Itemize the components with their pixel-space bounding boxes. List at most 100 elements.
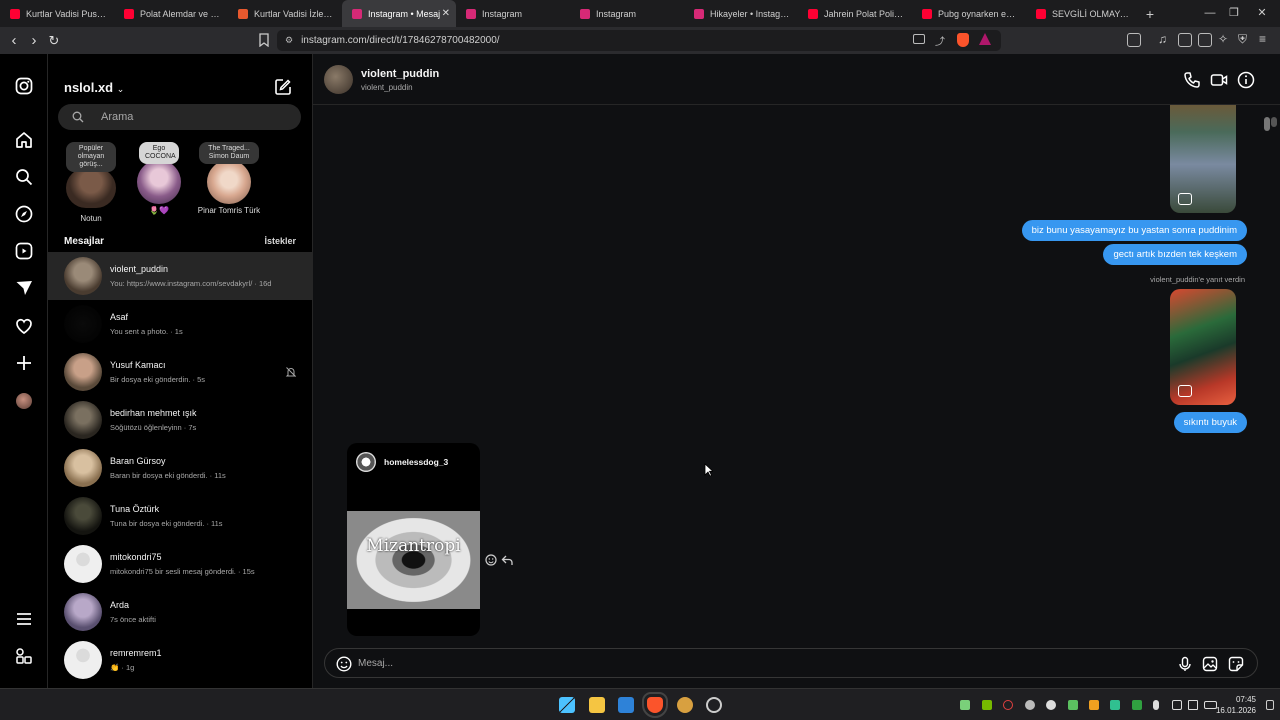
start-icon[interactable]: [559, 697, 575, 713]
image-upload-icon[interactable]: [1202, 656, 1218, 672]
browser-tab[interactable]: Polat Alemdar ve Elif Sa: [114, 0, 228, 27]
notification-center-icon[interactable]: [1266, 700, 1274, 710]
tray-icon[interactable]: [1003, 700, 1013, 710]
browser-tab[interactable]: Kurtlar Vadisi Pusu | 10: [0, 0, 114, 27]
clock[interactable]: 07:45 16.01.2026: [1216, 694, 1256, 716]
wallet-icon[interactable]: [1198, 33, 1212, 47]
tray-icon[interactable]: [1089, 700, 1099, 710]
reels-icon[interactable]: [14, 241, 34, 261]
back-icon[interactable]: ‹: [4, 32, 24, 49]
video-call-icon[interactable]: [1210, 71, 1228, 89]
conversation-item[interactable]: mitokondri75 mitokondri75 bir sesli mesaj…: [48, 540, 313, 588]
browser-tab[interactable]: Instagram: [570, 0, 684, 27]
tray-icon[interactable]: [960, 700, 970, 710]
conversation-item[interactable]: bedirhan mehmet ışık Söğütözü öğlenleyinn…: [48, 396, 313, 444]
conversation-item[interactable]: Baran Gürsoy Baran bir dosya eki gönderdi…: [48, 444, 313, 492]
note-item[interactable]: Ego COCONA 🌷💜: [124, 142, 194, 215]
home-icon[interactable]: [14, 130, 34, 150]
browser-tab[interactable]: Instagram • Mesaj ✕: [342, 0, 456, 27]
requests-link[interactable]: İstekler: [264, 236, 296, 246]
new-tab-button[interactable]: +: [1140, 6, 1160, 22]
reply-icon[interactable]: [501, 554, 513, 566]
instagram-logo-icon[interactable]: [14, 76, 34, 96]
page-scrollbar[interactable]: [1271, 109, 1277, 687]
message-bubble[interactable]: sıkıntı buyuk: [1173, 412, 1247, 433]
meta-apps-icon[interactable]: [14, 646, 34, 666]
chat-title[interactable]: violent_puddin: [361, 68, 439, 80]
conversation-item[interactable]: violent_puddin You: https://www.instagram…: [48, 252, 313, 300]
leo-ai-icon[interactable]: ✧: [1218, 32, 1228, 46]
emoji-icon[interactable]: [336, 656, 352, 672]
messages-icon[interactable]: [14, 278, 34, 298]
profile-avatar[interactable]: [14, 391, 34, 411]
shared-post[interactable]: homelessdog_3 Mizantropi: [347, 443, 480, 636]
vpn-icon[interactable]: ⛨: [1238, 32, 1247, 47]
browser-tab[interactable]: Kurtlar Vadisi İzleme Si: [228, 0, 342, 27]
sidebar-toggle-icon[interactable]: [1127, 33, 1141, 47]
sticker-icon[interactable]: [1228, 656, 1244, 672]
chat-scrollbar[interactable]: [1264, 105, 1270, 635]
account-switcher[interactable]: nslol.xd ⌄: [64, 80, 124, 95]
brave-shield-icon[interactable]: [957, 33, 969, 47]
volume-icon[interactable]: [1188, 700, 1198, 710]
restore-icon[interactable]: ❐: [1222, 0, 1246, 27]
site-info-icon[interactable]: ⚙: [285, 35, 293, 46]
explore-icon[interactable]: [14, 204, 34, 224]
cast-icon[interactable]: [913, 34, 925, 44]
address-bar[interactable]: ⚙ instagram.com/direct/t/178462787004820…: [277, 30, 1001, 51]
conversation-item[interactable]: Yusuf Kamacı Bir dosya eki gönderdin. · 5…: [48, 348, 313, 396]
tray-icon[interactable]: [1068, 700, 1078, 710]
react-emoji-icon[interactable]: [485, 554, 497, 566]
bookmark-icon[interactable]: [258, 33, 270, 47]
tray-icon[interactable]: [1025, 700, 1035, 710]
create-icon[interactable]: [14, 353, 34, 373]
browser-tab[interactable]: Instagram: [456, 0, 570, 27]
close-window-icon[interactable]: ✕: [1250, 0, 1274, 27]
browser-tab[interactable]: Jahrein Polat Polislerde: [798, 0, 912, 27]
menu-icon[interactable]: ≡: [1259, 32, 1266, 46]
notifications-icon[interactable]: [14, 316, 34, 336]
new-message-icon[interactable]: [274, 78, 292, 96]
search-input[interactable]: Arama: [58, 104, 301, 130]
app-icon[interactable]: [677, 697, 693, 713]
reload-icon[interactable]: ↻: [44, 33, 64, 49]
info-icon[interactable]: [1237, 71, 1255, 89]
forward-icon[interactable]: ›: [24, 32, 44, 49]
browser-tab[interactable]: Hikayeler • Instagram: [684, 0, 798, 27]
conversation-item[interactable]: Arda 7s önce aktifti: [48, 588, 313, 636]
tray-icon[interactable]: [1132, 700, 1142, 710]
share-icon[interactable]: ⤴: [935, 33, 947, 48]
brave-rewards-icon[interactable]: [979, 33, 991, 45]
brave-browser-icon[interactable]: [642, 692, 668, 718]
conversation-item[interactable]: Tuna Öztürk Tuna bir dosya eki gönderdi. …: [48, 492, 313, 540]
url-text[interactable]: instagram.com/direct/t/17846278700482000…: [301, 35, 499, 46]
note-item[interactable]: The Traged... Simon Daum Pinar Tomris Tü…: [194, 142, 264, 215]
reader-icon[interactable]: [1178, 33, 1192, 47]
store-icon[interactable]: [618, 697, 634, 713]
message-input[interactable]: Mesaj...: [358, 658, 393, 669]
conversation-item[interactable]: Asaf You sent a photo. · 1s: [48, 300, 313, 348]
microphone-icon[interactable]: [1177, 656, 1193, 672]
message-composer[interactable]: Mesaj...: [324, 648, 1258, 678]
close-tab-icon[interactable]: ✕: [442, 8, 450, 19]
tray-icon[interactable]: [1110, 700, 1120, 710]
minimize-icon[interactable]: —: [1198, 0, 1222, 27]
browser-tab[interactable]: Pubg oynarken emmi: [912, 0, 1026, 27]
shared-reel-thumbnail[interactable]: [1170, 289, 1236, 405]
note-item[interactable]: Popüler olmayan görüş... Notun: [56, 142, 126, 223]
wifi-icon[interactable]: [1172, 700, 1182, 710]
shared-reel-thumbnail[interactable]: [1170, 105, 1236, 213]
tray-icon[interactable]: [1046, 700, 1056, 710]
phone-icon[interactable]: [1183, 71, 1201, 89]
avatar[interactable]: [324, 65, 353, 94]
more-menu-icon[interactable]: [14, 609, 34, 629]
file-explorer-icon[interactable]: [589, 697, 605, 713]
microphone-tray-icon[interactable]: [1153, 700, 1159, 710]
search-icon[interactable]: [14, 167, 34, 187]
steam-icon[interactable]: [706, 697, 722, 713]
message-bubble[interactable]: biz bunu yasayamayız bu yastan sonra pud…: [1021, 220, 1247, 241]
conversation-item[interactable]: remremrem1 👏 · 1g: [48, 636, 313, 684]
message-bubble[interactable]: gectı artık bızden tek keşkem: [1103, 244, 1247, 265]
media-icon[interactable]: ♫: [1158, 32, 1167, 46]
browser-tab[interactable]: SEVGİLİ OLMAYALIM Ş: [1026, 0, 1140, 27]
